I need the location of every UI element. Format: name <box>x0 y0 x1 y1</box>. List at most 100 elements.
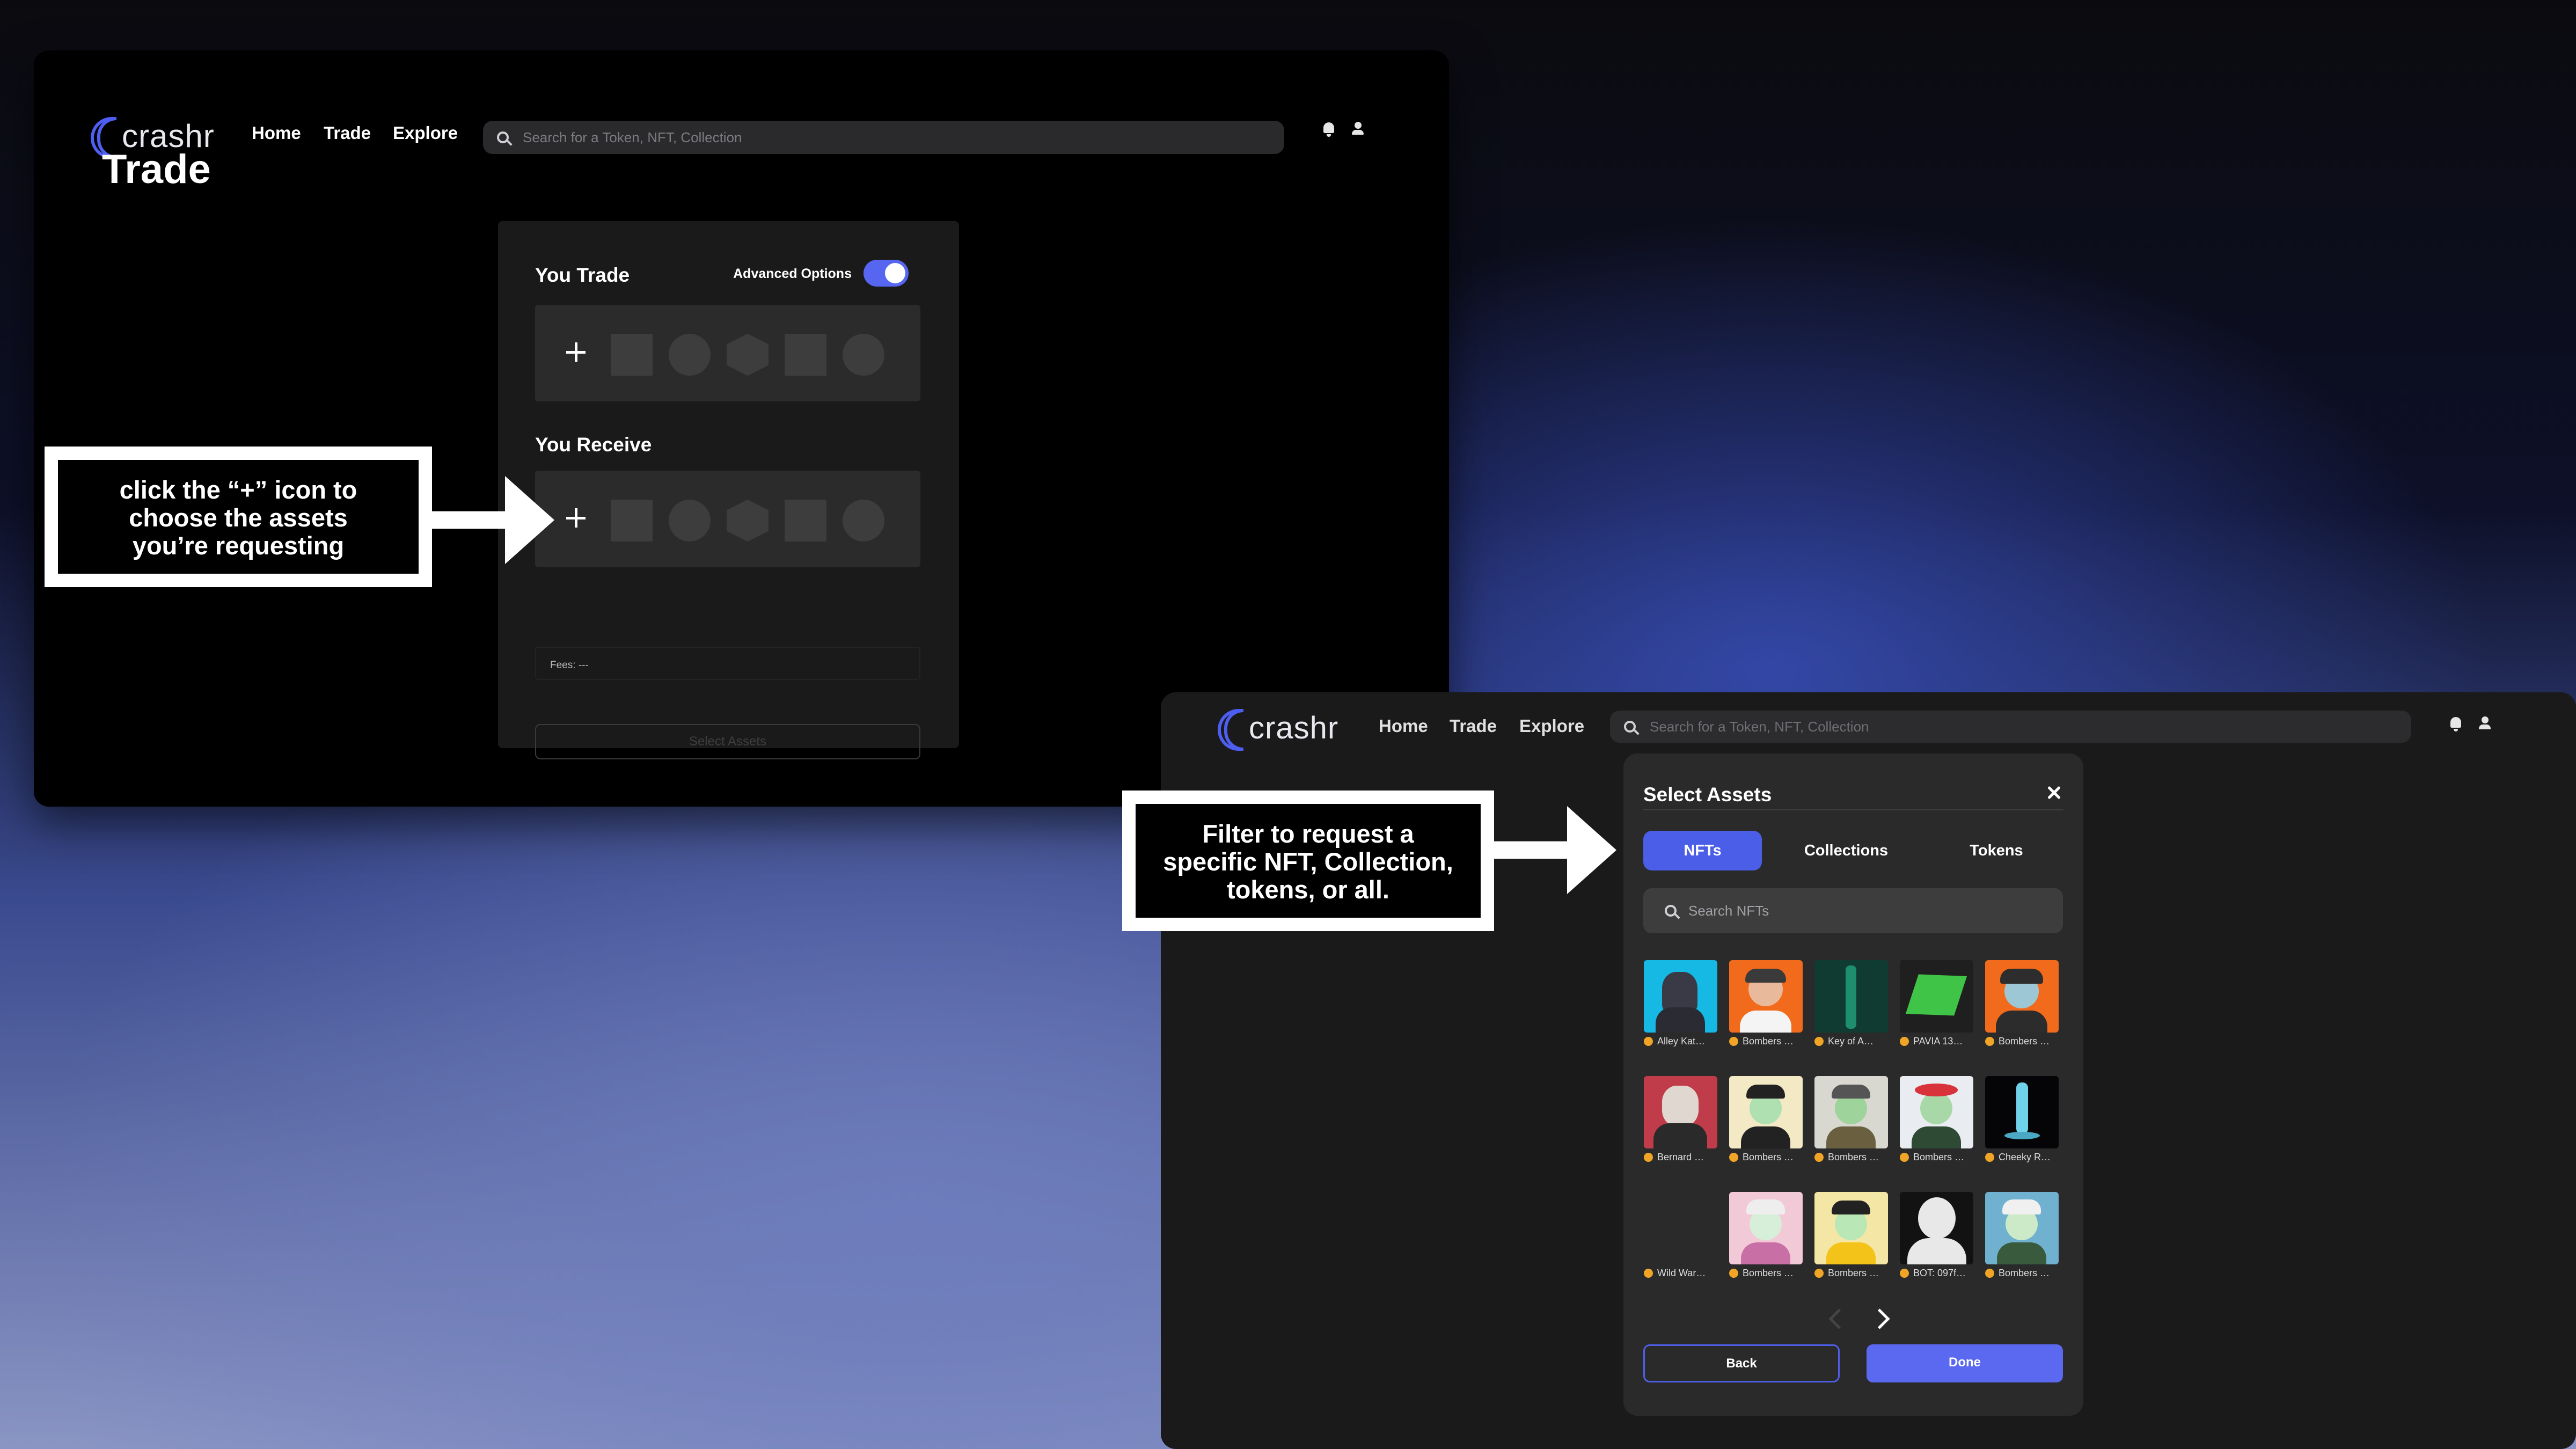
callout-line: choose the assets <box>129 503 348 532</box>
next-page-chevron-icon[interactable] <box>1869 1308 1890 1329</box>
nft-tile[interactable]: Bernard … <box>1644 1076 1717 1163</box>
verified-badge-icon <box>1814 1037 1824 1046</box>
crashr-logo[interactable]: crashr <box>1218 709 1339 751</box>
nft-tile[interactable]: Bombers … <box>1729 960 1803 1047</box>
verified-badge-icon <box>1900 1037 1909 1046</box>
nft-thumbnail <box>1644 1076 1717 1148</box>
page-title: Trade <box>102 147 211 192</box>
filter-callout: Filter to request a specific NFT, Collec… <box>1122 791 1494 931</box>
nft-tile[interactable]: BOT: 097f… <box>1900 1192 1973 1279</box>
nav-link-home[interactable]: Home <box>252 123 301 143</box>
callout-line: specific NFT, Collection, <box>1163 847 1453 876</box>
placeholder-hexagon-icon <box>727 334 769 376</box>
search-placeholder: Search for a Token, NFT, Collection <box>523 129 742 145</box>
nft-search-placeholder: Search NFTs <box>1688 902 1769 919</box>
nft-tile[interactable]: Bombers … <box>1985 960 2059 1047</box>
tab-tokens[interactable]: Tokens <box>1937 831 2055 870</box>
bell-icon[interactable] <box>1323 122 1334 137</box>
placeholder-square-icon <box>611 500 653 541</box>
nav-link-home[interactable]: Home <box>1379 716 1428 736</box>
trade-panel: You Trade Advanced Options You Receive F… <box>498 221 959 759</box>
callout-line: Filter to request a <box>1202 819 1414 848</box>
nav-link-explore[interactable]: Explore <box>393 123 458 143</box>
verified-badge-icon <box>1644 1153 1653 1162</box>
crashr-logo-icon <box>1218 709 1243 751</box>
nft-thumbnail <box>1985 960 2059 1033</box>
nft-tile[interactable]: Bombers … <box>1900 1076 1973 1163</box>
add-receive-asset-plus-icon[interactable] <box>566 505 594 533</box>
search-bar[interactable]: Search for a Token, NFT, Collection <box>483 121 1284 154</box>
select-assets-button[interactable]: Select Assets <box>535 724 920 759</box>
nft-name: Bombers … <box>1828 1268 1879 1278</box>
you-receive-asset-row <box>535 471 920 567</box>
nft-name: Alley Kat… <box>1657 1036 1706 1046</box>
plus-icon-callout: click the “+” icon to choose the assets … <box>45 447 432 587</box>
nft-tile[interactable]: Bombers … <box>1729 1192 1803 1279</box>
nft-thumbnail <box>1729 1076 1803 1148</box>
nft-search-input[interactable]: Search NFTs <box>1643 888 2063 933</box>
search-placeholder: Search for a Token, NFT, Collection <box>1650 718 1869 735</box>
nft-name: Bombers … <box>1913 1152 1965 1162</box>
verified-badge-icon <box>1729 1269 1738 1278</box>
nft-name: Bombers … <box>1743 1036 1794 1046</box>
callout-line: tokens, or all. <box>1227 875 1389 904</box>
you-trade-label: You Trade <box>535 264 630 286</box>
nav-link-trade[interactable]: Trade <box>324 123 371 143</box>
nft-tile[interactable]: Bombers … <box>1729 1076 1803 1163</box>
placeholder-circle-icon <box>843 334 884 376</box>
bell-icon[interactable] <box>2450 717 2461 731</box>
previous-page-chevron-icon[interactable] <box>1828 1308 1849 1329</box>
nft-tile[interactable]: Cheeky R… <box>1985 1076 2059 1163</box>
verified-badge-icon <box>1985 1037 1994 1046</box>
fees-value: --- <box>578 660 589 671</box>
nft-thumbnail <box>1900 1076 1973 1148</box>
nft-tile[interactable]: Bombers … <box>1814 1076 1888 1163</box>
search-bar[interactable]: Search for a Token, NFT, Collection <box>1610 711 2411 743</box>
nft-name: Bombers … <box>1999 1036 2050 1046</box>
nft-tile[interactable]: Alley Kat… <box>1644 960 1717 1047</box>
nft-name: Cheeky R… <box>1999 1152 2051 1162</box>
nft-tile[interactable]: Bombers … <box>1985 1192 2059 1279</box>
nft-thumbnail <box>1900 960 1973 1033</box>
placeholder-square-icon <box>785 334 826 376</box>
verified-badge-icon <box>1900 1153 1909 1162</box>
nft-tile[interactable]: Bombers … <box>1814 1192 1888 1279</box>
verified-badge-icon <box>1985 1153 1994 1162</box>
fees-field: Fees: --- <box>535 647 920 680</box>
advanced-options-toggle[interactable] <box>863 260 909 287</box>
nft-name: Bombers … <box>1828 1152 1879 1162</box>
verified-badge-icon <box>1814 1153 1824 1162</box>
nft-thumbnail <box>1814 1192 1888 1264</box>
nft-tile[interactable]: PAVIA 13… <box>1900 960 1973 1047</box>
nft-name: Wild War… <box>1657 1268 1706 1278</box>
verified-badge-icon <box>1985 1269 1994 1278</box>
nft-thumbnail <box>1644 960 1717 1033</box>
nft-thumbnail <box>1729 1192 1803 1264</box>
callout-line: you’re requesting <box>132 531 345 560</box>
logo-text: crashr <box>1249 710 1339 745</box>
nav-link-trade[interactable]: Trade <box>1450 716 1497 736</box>
nft-tile[interactable]: Wild War… <box>1644 1192 1717 1279</box>
add-trade-asset-plus-icon[interactable] <box>566 339 594 367</box>
nft-tile[interactable]: Key of A… <box>1814 960 1888 1047</box>
user-icon[interactable] <box>1352 122 1364 135</box>
nft-name: Key of A… <box>1828 1036 1874 1046</box>
placeholder-hexagon-icon <box>727 500 769 541</box>
verified-badge-icon <box>1814 1269 1824 1278</box>
nav-link-explore[interactable]: Explore <box>1519 716 1584 736</box>
callout-line: click the “+” icon to <box>119 475 357 504</box>
tab-nfts[interactable]: NFTs <box>1643 831 1762 870</box>
nft-thumbnail <box>1985 1192 2059 1264</box>
nft-name: Bombers … <box>1999 1268 2050 1278</box>
nft-thumbnail <box>1814 1076 1888 1148</box>
nft-name: PAVIA 13… <box>1913 1036 1963 1046</box>
you-trade-asset-row <box>535 305 920 401</box>
done-button[interactable]: Done <box>1867 1344 2063 1382</box>
search-icon <box>1665 905 1677 917</box>
back-button[interactable]: Back <box>1643 1344 1840 1382</box>
you-receive-label: You Receive <box>535 434 652 456</box>
nft-name: Bernard … <box>1657 1152 1704 1162</box>
user-icon[interactable] <box>2479 716 2491 729</box>
close-icon[interactable] <box>2046 785 2062 801</box>
tab-collections[interactable]: Collections <box>1787 831 1905 870</box>
